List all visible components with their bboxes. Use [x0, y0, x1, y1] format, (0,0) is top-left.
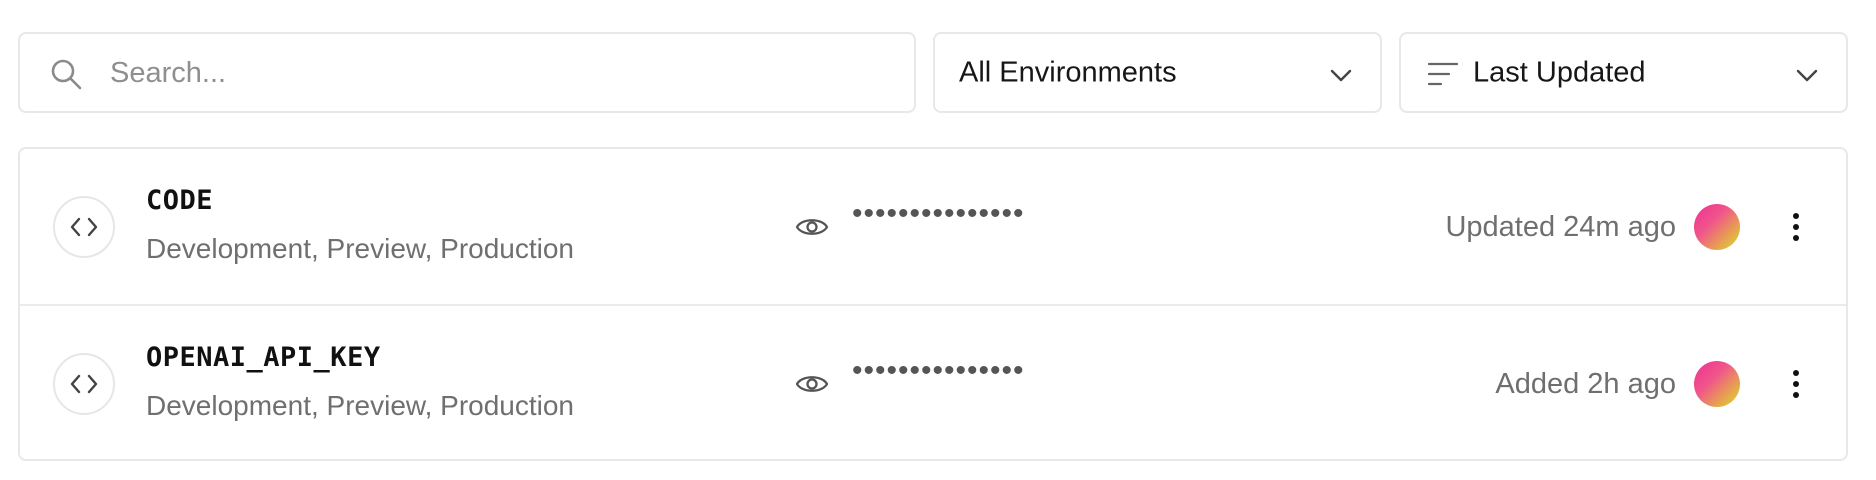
variable-status: Updated 24m ago: [1445, 211, 1676, 243]
sort-select-value: Last Updated: [1473, 56, 1646, 88]
chevron-down-icon: [1328, 62, 1354, 88]
avatar: [1694, 361, 1740, 407]
variable-name: OPENAI_API_KEY: [146, 342, 381, 373]
masked-value: •••••••••••••••: [852, 354, 1025, 387]
search-box[interactable]: [18, 32, 916, 113]
sort-select[interactable]: Last Updated: [1399, 32, 1848, 113]
avatar: [1694, 204, 1740, 250]
env-variable-row[interactable]: OPENAI_API_KEY Development, Preview, Pro…: [20, 304, 1846, 459]
eye-icon[interactable]: [794, 366, 830, 402]
chevron-down-icon: [1794, 62, 1820, 88]
variable-name: CODE: [146, 185, 214, 216]
variable-environments: Development, Preview, Production: [146, 233, 574, 264]
env-variable-list: CODE Development, Preview, Production ••…: [18, 147, 1848, 461]
variable-status: Added 2h ago: [1495, 368, 1676, 400]
code-icon: [53, 196, 115, 258]
environment-select[interactable]: All Environments: [933, 32, 1382, 113]
toolbar: All Environments Last Updated: [18, 32, 1848, 113]
eye-icon[interactable]: [794, 209, 830, 245]
masked-value: •••••••••••••••: [852, 197, 1025, 230]
environment-select-value: All Environments: [959, 56, 1177, 88]
variable-environments: Development, Preview, Production: [146, 390, 574, 421]
search-input[interactable]: [110, 48, 890, 98]
sort-lines-icon: [1427, 60, 1459, 88]
code-icon: [53, 353, 115, 415]
env-variable-row[interactable]: CODE Development, Preview, Production ••…: [20, 149, 1846, 304]
more-options-icon[interactable]: [1776, 207, 1816, 247]
search-icon: [48, 56, 84, 92]
more-options-icon[interactable]: [1776, 364, 1816, 404]
